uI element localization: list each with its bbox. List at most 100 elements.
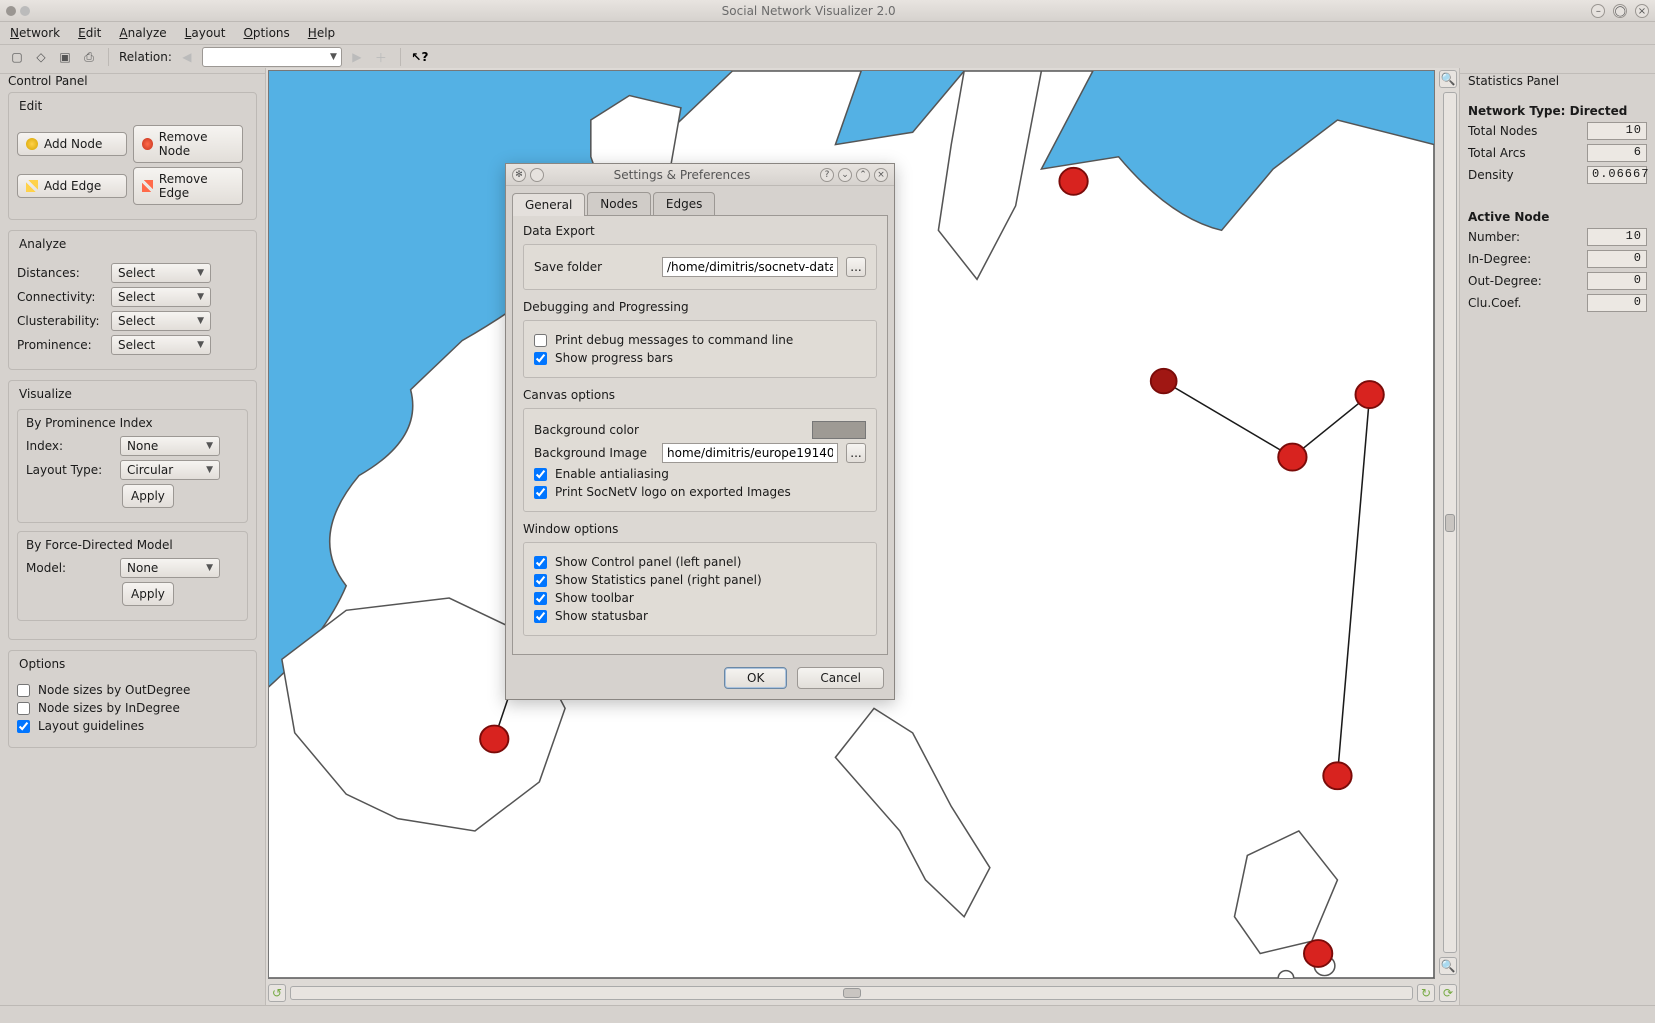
distances-label: Distances: <box>17 266 105 280</box>
bgimage-browse-button[interactable]: ... <box>846 443 866 463</box>
minimize-button[interactable]: – <box>1591 4 1605 18</box>
in-degree-value: 0 <box>1587 250 1647 268</box>
dialog-title: Settings & Preferences <box>544 168 820 182</box>
menu-analyze[interactable]: Analyze <box>119 26 166 40</box>
antialiasing-checkbox[interactable]: Enable antialiasing <box>534 467 866 481</box>
show-sb-checkbox[interactable]: Show statusbar <box>534 609 866 623</box>
progress-checkbox[interactable]: Show progress bars <box>534 351 866 365</box>
clusterability-select[interactable]: Select▼ <box>111 311 211 331</box>
print-debug-checkbox[interactable]: Print debug messages to command line <box>534 333 866 347</box>
connectivity-select[interactable]: Select▼ <box>111 287 211 307</box>
dialog-min-icon[interactable]: ⌄ <box>838 168 852 182</box>
window-titlebar: Social Network Visualizer 2.0 – ◯ × <box>0 0 1655 22</box>
prominence-subgroup-title: By Prominence Index <box>26 416 239 430</box>
whatsthis-icon[interactable]: ↖? <box>411 48 429 66</box>
vertical-zoom-slider[interactable] <box>1443 92 1457 953</box>
force-subgroup-title: By Force-Directed Model <box>26 538 239 552</box>
dialog-titlebar: ✻ Settings & Preferences ? ⌄ ⌃ × <box>506 164 894 186</box>
prominence-subgroup: By Prominence Index Index: None▼ Layout … <box>17 409 248 523</box>
number-value: 10 <box>1587 228 1647 246</box>
density-label: Density <box>1468 168 1514 182</box>
canvas-bottom-bar: ↺ ↻ ⟳ <box>268 983 1457 1003</box>
total-arcs-label: Total Arcs <box>1468 146 1526 160</box>
layouttype-select[interactable]: Circular▼ <box>120 460 220 480</box>
remove-node-button[interactable]: Remove Node <box>133 125 243 163</box>
remove-edge-button[interactable]: Remove Edge <box>133 167 243 205</box>
dialog-help-icon[interactable]: ? <box>820 168 834 182</box>
relation-combo[interactable]: ▼ <box>202 47 342 67</box>
close-button[interactable]: × <box>1635 4 1649 18</box>
index-select[interactable]: None▼ <box>120 436 220 456</box>
zoom-out-icon[interactable]: 🔍 <box>1439 957 1457 975</box>
total-nodes-value: 10 <box>1587 122 1647 140</box>
control-panel: Control Panel Edit Add Node Remove Node … <box>0 68 266 1005</box>
total-nodes-label: Total Nodes <box>1468 124 1537 138</box>
toolbar-separator <box>108 48 109 66</box>
indegree-checkbox[interactable]: Node sizes by InDegree <box>17 701 248 715</box>
maximize-button[interactable]: ◯ <box>1613 4 1627 18</box>
save-file-icon[interactable]: ▣ <box>56 48 74 66</box>
layouttype-label: Layout Type: <box>26 463 114 477</box>
add-edge-button[interactable]: Add Edge <box>17 174 127 198</box>
model-select[interactable]: None▼ <box>120 558 220 578</box>
menu-help[interactable]: Help <box>308 26 335 40</box>
cancel-button[interactable]: Cancel <box>797 667 884 689</box>
dialog-body: Data Export Save folder ... Debugging an… <box>512 215 888 655</box>
tab-edges[interactable]: Edges <box>653 192 715 215</box>
window-controls: – ◯ × <box>1587 3 1649 19</box>
clucoef-value: 0 <box>1587 294 1647 312</box>
distances-select[interactable]: Select▼ <box>111 263 211 283</box>
menu-network[interactable]: Network <box>10 26 60 40</box>
rotate-cw-icon[interactable]: ↻ <box>1417 984 1435 1002</box>
model-label: Model: <box>26 561 114 575</box>
show-tb-checkbox[interactable]: Show toolbar <box>534 591 866 605</box>
dialog-tabs: General Nodes Edges <box>506 186 894 215</box>
show-cp-checkbox[interactable]: Show Control panel (left panel) <box>534 555 866 569</box>
relation-next-icon[interactable]: ▶ <box>348 48 366 66</box>
guidelines-checkbox[interactable]: Layout guidelines <box>17 719 248 733</box>
total-arcs-value: 6 <box>1587 144 1647 162</box>
outdegree-checkbox[interactable]: Node sizes by OutDegree <box>17 683 248 697</box>
dialog-buttons: OK Cancel <box>506 661 894 699</box>
dialog-close-icon[interactable]: × <box>874 168 888 182</box>
reset-view-icon[interactable]: ⟳ <box>1439 984 1457 1002</box>
menu-layout[interactable]: Layout <box>185 26 226 40</box>
number-label: Number: <box>1468 230 1520 244</box>
dialog-max-icon[interactable]: ⌃ <box>856 168 870 182</box>
bgcolor-label: Background color <box>534 423 654 437</box>
statusbar <box>0 1005 1655 1023</box>
print-icon[interactable]: ⎙ <box>80 48 98 66</box>
rotate-ccw-icon[interactable]: ↺ <box>268 984 286 1002</box>
relation-prev-icon[interactable]: ◀ <box>178 48 196 66</box>
network-type: Network Type: Directed <box>1468 104 1647 118</box>
window-title: Social Network Visualizer 2.0 <box>30 4 1587 18</box>
remove-node-icon <box>142 138 153 150</box>
save-folder-label: Save folder <box>534 260 654 274</box>
ok-button[interactable]: OK <box>724 667 787 689</box>
zoom-in-icon[interactable]: 🔍 <box>1439 70 1457 88</box>
add-node-button[interactable]: Add Node <box>17 132 127 156</box>
apply-force-button[interactable]: Apply <box>122 582 174 606</box>
statistics-panel-title: Statistics Panel <box>1468 74 1647 88</box>
horizontal-rotate-slider[interactable] <box>290 986 1413 1000</box>
bgcolor-swatch[interactable] <box>812 421 866 439</box>
save-folder-input[interactable] <box>662 257 838 277</box>
index-label: Index: <box>26 439 114 453</box>
save-folder-browse-button[interactable]: ... <box>846 257 866 277</box>
tab-nodes[interactable]: Nodes <box>587 192 651 215</box>
data-export-section: Data Export Save folder ... <box>523 224 877 290</box>
tab-general[interactable]: General <box>512 193 585 216</box>
new-file-icon[interactable]: ▢ <box>8 48 26 66</box>
logo-checkbox[interactable]: Print SocNetV logo on exported Images <box>534 485 866 499</box>
options-group-title: Options <box>17 657 67 671</box>
apply-prom-button[interactable]: Apply <box>122 484 174 508</box>
add-node-icon <box>26 138 38 150</box>
bgimage-input[interactable] <box>662 443 838 463</box>
visualize-group: Visualize By Prominence Index Index: Non… <box>8 380 257 640</box>
show-sp-checkbox[interactable]: Show Statistics panel (right panel) <box>534 573 866 587</box>
prominence-select[interactable]: Select▼ <box>111 335 211 355</box>
menu-edit[interactable]: Edit <box>78 26 101 40</box>
open-file-icon[interactable]: ◇ <box>32 48 50 66</box>
relation-add-icon[interactable]: ＋ <box>372 48 390 66</box>
menu-options[interactable]: Options <box>243 26 289 40</box>
